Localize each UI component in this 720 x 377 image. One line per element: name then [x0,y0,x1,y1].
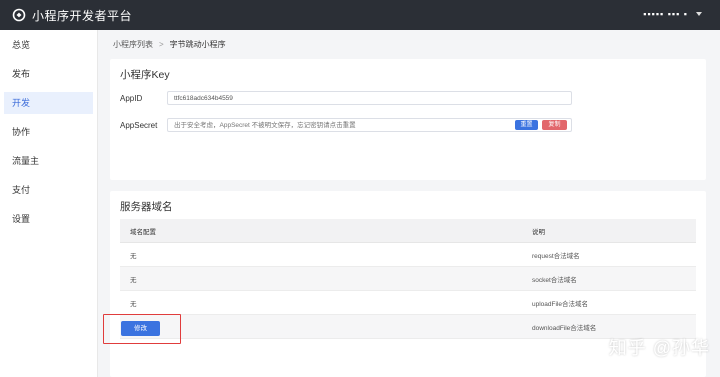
row-description: uploadFile合法域名 [532,300,588,308]
top-bar: 小程序开发者平台 ▪▪▪▪▪ ▪▪▪ ▪ [0,0,720,30]
reset-secret-button[interactable]: 重置 [515,120,538,130]
breadcrumb-parent-link[interactable]: 小程序列表 [113,39,153,50]
copy-secret-button[interactable]: 复制 [542,120,567,130]
table-row: 无 request合法域名 [120,243,696,267]
row-config-value: 无 [120,322,532,332]
table-row: 无 uploadFile合法域名 [120,291,696,315]
row-description: downloadFile合法域名 [532,324,597,332]
sidebar-item-publish[interactable]: 发布 [0,63,98,85]
row-config-value: 无 [130,252,137,260]
row-config-value: 无 [130,276,137,284]
row-description: request合法域名 [532,252,580,260]
server-domain-title: 服务器域名 [120,201,173,213]
watermark: 知乎 @孙华 [608,338,710,358]
row-config-value: 无 [130,300,137,308]
sidebar-item-traffic[interactable]: 流量主 [0,150,98,172]
domain-table: 域名配置 说明 无 request合法域名 无 socket合法域名 无 upl… [120,219,696,339]
main-content: 小程序列表 > 字节跳动小程序 小程序Key AppID AppSecret 重… [99,30,720,377]
sidebar-item-payment[interactable]: 支付 [0,179,98,201]
breadcrumb-current: 字节跳动小程序 [169,40,226,49]
user-menu[interactable]: ▪▪▪▪▪ ▪▪▪ ▪ [643,9,702,19]
appsecret-field[interactable] [167,118,572,132]
user-name[interactable]: ▪▪▪▪▪ ▪▪▪ ▪ [643,9,688,19]
sidebar-item-overview[interactable]: 总览 [0,34,98,56]
app-key-title: 小程序Key [120,69,170,81]
sidebar-item-develop[interactable]: 开发 [4,92,93,114]
sidebar-item-collaborate[interactable]: 协作 [0,121,98,143]
appid-field[interactable] [167,91,572,105]
table-header: 域名配置 说明 [120,219,696,243]
appsecret-label: AppSecret [120,121,158,130]
app-key-card: 小程序Key AppID AppSecret 重置 复制 [110,59,706,180]
app-title: 小程序开发者平台 [32,8,133,23]
chevron-down-icon[interactable] [696,12,702,16]
column-header-config: 域名配置 [130,228,156,236]
breadcrumb-separator: > [159,40,164,49]
platform-logo-icon [12,8,26,22]
sidebar-item-settings[interactable]: 设置 [0,208,98,230]
row-description: socket合法域名 [532,276,577,284]
breadcrumb: 小程序列表 > 字节跳动小程序 [113,39,226,50]
appid-label: AppID [120,94,143,103]
column-header-desc: 说明 [532,228,545,236]
table-row: 无 socket合法域名 [120,267,696,291]
sidebar: 总览 发布 开发 协作 流量主 支付 设置 [0,30,98,377]
modify-domain-button[interactable]: 修改 [121,321,160,336]
